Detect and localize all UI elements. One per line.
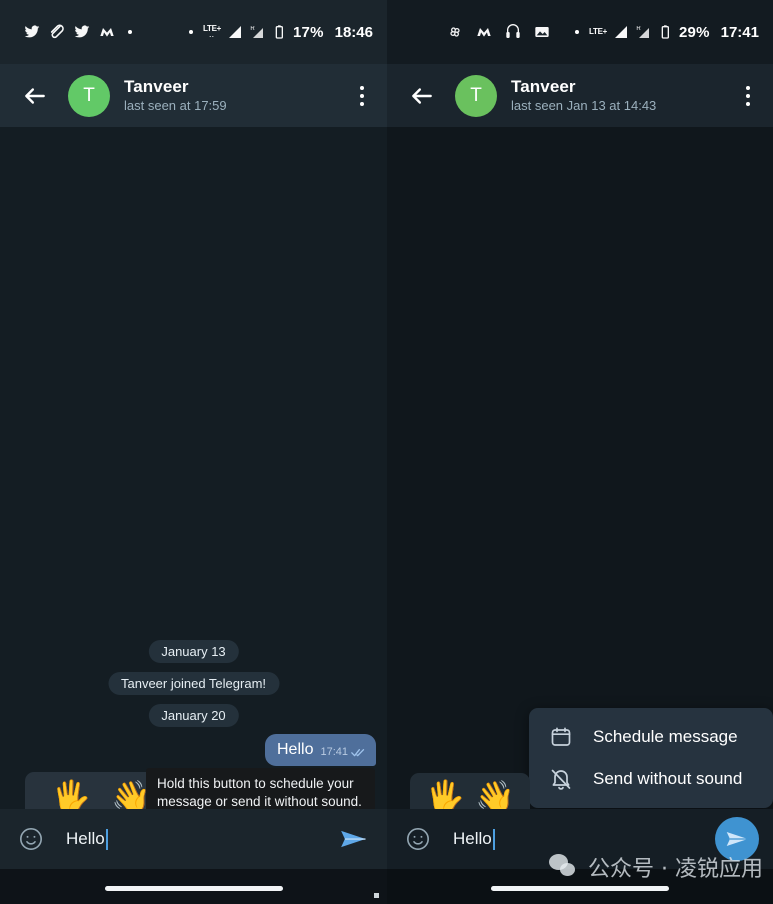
send-button[interactable] xyxy=(333,819,373,859)
left-header-texts[interactable]: Tanveer last seen at 17:59 xyxy=(124,77,227,114)
back-arrow-icon[interactable] xyxy=(22,83,48,109)
dot-icon xyxy=(128,30,132,34)
left-nav-bar xyxy=(0,869,387,904)
dot-icon xyxy=(575,30,579,34)
image-icon xyxy=(534,24,550,40)
lte-label: LTE+ xyxy=(589,27,607,36)
double-check-icon xyxy=(351,747,366,757)
battery-icon xyxy=(657,24,673,40)
home-indicator[interactable] xyxy=(491,886,669,891)
headphones-icon xyxy=(505,24,521,40)
right-input-bar: Hello xyxy=(387,809,773,869)
text-caret xyxy=(492,828,495,850)
avatar[interactable]: T xyxy=(68,74,110,117)
calendar-icon xyxy=(549,725,573,749)
right-phone-panel: LTE+ R 29% 17:41 T Tanveer last seen Jan… xyxy=(387,0,773,904)
contact-last-seen: last seen Jan 13 at 14:43 xyxy=(511,98,657,114)
right-chat-header: T Tanveer last seen Jan 13 at 14:43 xyxy=(387,64,773,127)
outgoing-message-bubble[interactable]: Hello 17:41 xyxy=(265,734,376,766)
send-button[interactable] xyxy=(715,817,759,861)
menu-item-label: Send without sound xyxy=(593,769,743,788)
signal-bars-icon xyxy=(613,24,629,40)
left-phone-panel: LTE+.. R 17% 18:46 T Tanveer last seen a… xyxy=(0,0,387,904)
contact-name: Tanveer xyxy=(511,76,576,96)
message-input-value: Hello xyxy=(66,829,105,848)
back-arrow-icon[interactable] xyxy=(409,83,435,109)
menu-item-send-without-sound[interactable]: Send without sound xyxy=(529,758,773,800)
paperclip-icon xyxy=(49,24,65,40)
right-status-bar: LTE+ R 29% 17:41 xyxy=(387,0,773,64)
left-chat-header: T Tanveer last seen at 17:59 xyxy=(0,64,387,127)
signal-bars-icon xyxy=(227,24,243,40)
left-status-notification-icons xyxy=(0,24,136,40)
left-input-bar: Hello xyxy=(0,809,387,869)
send-options-context-menu[interactable]: Schedule message Send without sound xyxy=(529,708,773,808)
text-caret xyxy=(105,828,108,850)
signal-roaming-icon: R xyxy=(249,24,265,40)
bell-slash-icon xyxy=(549,767,573,791)
right-nav-bar xyxy=(387,869,773,904)
twitter-bird-icon xyxy=(74,24,90,40)
date-chip: January 20 xyxy=(148,704,239,727)
avatar-letter: T xyxy=(470,84,482,106)
message-text: Hello xyxy=(277,741,314,758)
contact-name: Tanveer xyxy=(124,76,189,96)
smiley-icon[interactable] xyxy=(18,826,44,852)
left-chat-body: January 13 Tanveer joined Telegram! Janu… xyxy=(0,127,387,809)
message-input-value: Hello xyxy=(453,829,492,848)
right-status-system-icons: LTE+ R 29% 17:41 xyxy=(571,24,773,41)
left-status-system-icons: LTE+.. R 17% 18:46 xyxy=(185,24,387,41)
status-clock: 17:41 xyxy=(720,23,759,41)
svg-text:R: R xyxy=(636,26,641,32)
date-chip: January 13 xyxy=(148,640,239,663)
screenshot-root: LTE+.. R 17% 18:46 T Tanveer last seen a… xyxy=(0,0,773,904)
lte-sub: .. xyxy=(209,33,215,39)
message-meta: 17:41 xyxy=(320,746,366,759)
left-status-bar: LTE+.. R 17% 18:46 xyxy=(0,0,387,64)
battery-percent: 29% xyxy=(679,23,710,41)
right-chat-body xyxy=(387,127,773,809)
lte-plus-icon: LTE+ xyxy=(589,28,607,36)
lte-label: LTE+ xyxy=(203,24,221,33)
signal-roaming-icon: R xyxy=(635,24,651,40)
right-status-notification-icons xyxy=(387,24,550,40)
battery-percent: 17% xyxy=(293,23,324,41)
smiley-icon[interactable] xyxy=(405,826,431,852)
kebab-menu-icon[interactable] xyxy=(351,81,373,111)
avatar-letter: T xyxy=(83,84,95,106)
battery-icon xyxy=(271,24,287,40)
service-message: Tanveer joined Telegram! xyxy=(107,672,280,695)
dot-icon xyxy=(189,30,193,34)
lte-plus-icon: LTE+.. xyxy=(203,24,221,40)
monzo-m-icon xyxy=(476,24,492,40)
monzo-m-icon xyxy=(99,24,115,40)
tooltip-text: Hold this button to schedule your messag… xyxy=(157,776,362,809)
nav-dot-icon xyxy=(374,893,379,898)
avatar[interactable]: T xyxy=(455,74,497,117)
twitter-bird-icon xyxy=(24,24,40,40)
menu-item-schedule-message[interactable]: Schedule message xyxy=(529,716,773,758)
message-time: 17:41 xyxy=(320,745,348,758)
contact-last-seen: last seen at 17:59 xyxy=(124,98,227,114)
bluetooth-share-icon xyxy=(447,24,463,40)
menu-item-label: Schedule message xyxy=(593,727,738,746)
svg-text:R: R xyxy=(250,26,255,32)
right-header-texts[interactable]: Tanveer last seen Jan 13 at 14:43 xyxy=(511,77,656,114)
message-input[interactable]: Hello xyxy=(66,828,333,850)
home-indicator[interactable] xyxy=(104,886,283,891)
message-input[interactable]: Hello xyxy=(453,828,715,850)
kebab-menu-icon[interactable] xyxy=(737,81,759,111)
status-clock: 18:46 xyxy=(334,23,373,41)
